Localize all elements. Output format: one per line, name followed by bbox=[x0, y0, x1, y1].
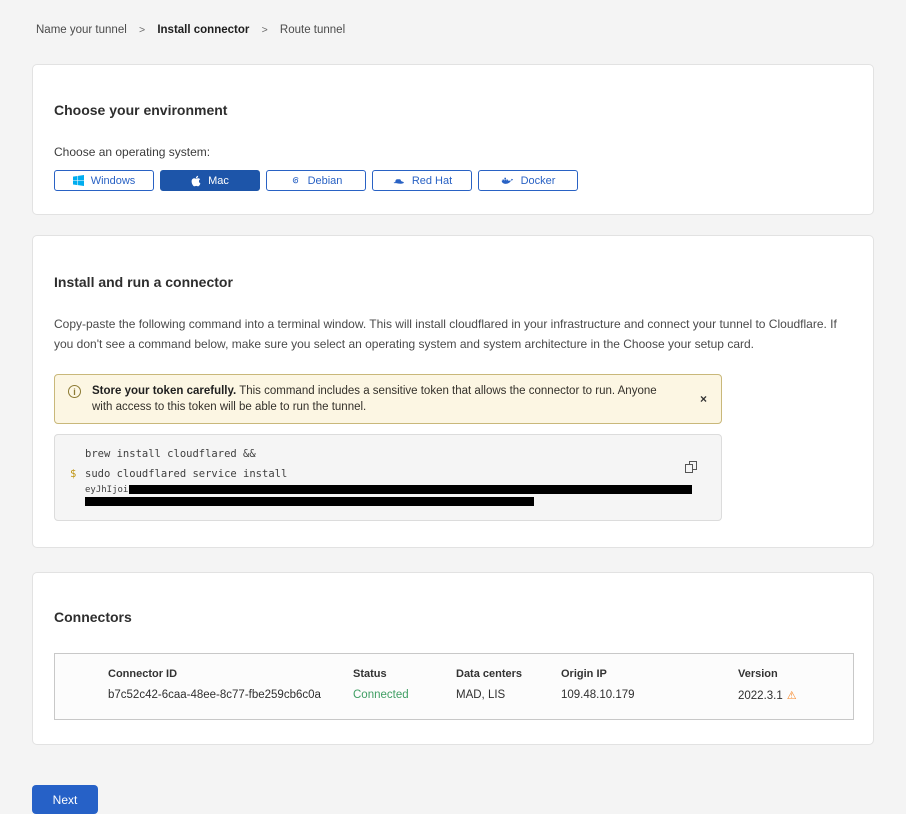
code-line-2: sudo cloudflared service install bbox=[85, 464, 677, 484]
shell-prompt: $ bbox=[70, 468, 76, 480]
os-button-mac[interactable]: Mac bbox=[160, 170, 260, 191]
info-icon: i bbox=[68, 385, 81, 398]
environment-card-title: Choose your environment bbox=[54, 102, 852, 118]
col-header-connector-id: Connector ID bbox=[108, 668, 353, 680]
os-button-label: Red Hat bbox=[412, 175, 452, 187]
breadcrumb-step-install-connector[interactable]: Install connector bbox=[157, 24, 249, 36]
redhat-icon bbox=[392, 177, 405, 185]
token-prefix: eyJhIjoi bbox=[85, 485, 128, 495]
status-badge: Connected bbox=[353, 689, 456, 702]
install-card-title: Install and run a connector bbox=[54, 274, 852, 290]
operating-system-label: Choose an operating system: bbox=[54, 145, 852, 159]
warning-bold-text: Store your token carefully. bbox=[92, 385, 236, 397]
connectors-card: Connectors Connector ID Status Data cent… bbox=[32, 572, 874, 745]
token-warning-banner: i Store your token carefully. This comma… bbox=[54, 374, 722, 424]
os-button-windows[interactable]: Windows bbox=[54, 170, 154, 191]
os-button-label: Windows bbox=[91, 175, 136, 187]
cell-origin-ip: 109.48.10.179 bbox=[561, 689, 738, 702]
choose-environment-card: Choose your environment Choose an operat… bbox=[32, 64, 874, 215]
os-button-label: Debian bbox=[308, 175, 343, 187]
install-connector-card: Install and run a connector Copy-paste t… bbox=[32, 235, 874, 548]
connectors-card-title: Connectors bbox=[54, 609, 852, 625]
os-button-debian[interactable]: Debian bbox=[266, 170, 366, 191]
close-icon[interactable]: × bbox=[696, 390, 711, 408]
apple-icon bbox=[191, 175, 201, 187]
copy-icon[interactable] bbox=[684, 461, 699, 476]
debian-icon bbox=[290, 175, 301, 186]
version-warning-icon: ⚠ bbox=[787, 690, 797, 702]
col-header-status: Status bbox=[353, 668, 456, 680]
breadcrumb-step-name-your-tunnel[interactable]: Name your tunnel bbox=[36, 24, 127, 36]
cell-version: 2022.3.1⚠ bbox=[738, 689, 853, 702]
os-button-label: Mac bbox=[208, 175, 229, 187]
col-header-version: Version bbox=[738, 668, 853, 680]
next-button[interactable]: Next bbox=[32, 785, 98, 814]
token-line: eyJhIjoi bbox=[85, 485, 677, 496]
connectors-table: Connector ID Status Data centers Origin … bbox=[54, 653, 854, 720]
os-button-row: Windows Mac Debian Red Hat Docker bbox=[54, 170, 852, 191]
cell-data-centers: MAD, LIS bbox=[456, 689, 561, 702]
install-description: Copy-paste the following command into a … bbox=[54, 314, 852, 354]
os-button-docker[interactable]: Docker bbox=[478, 170, 578, 191]
windows-icon bbox=[73, 175, 84, 186]
redacted-token-bar bbox=[129, 485, 692, 494]
os-button-label: Docker bbox=[521, 175, 556, 187]
redacted-token-bar bbox=[85, 497, 534, 506]
install-command-code-block: $ brew install cloudflared && sudo cloud… bbox=[54, 434, 722, 521]
code-line-1: brew install cloudflared && bbox=[85, 444, 677, 464]
docker-icon bbox=[501, 176, 514, 186]
cell-connector-id: b7c52c42-6caa-48ee-8c77-fbe259cb6c0a bbox=[108, 689, 353, 702]
breadcrumb-step-route-tunnel[interactable]: Route tunnel bbox=[280, 24, 345, 36]
os-button-redhat[interactable]: Red Hat bbox=[372, 170, 472, 191]
token-line bbox=[85, 497, 677, 508]
breadcrumb-separator: > bbox=[262, 24, 268, 36]
breadcrumb-separator: > bbox=[139, 24, 145, 36]
col-header-origin-ip: Origin IP bbox=[561, 668, 738, 680]
breadcrumb: Name your tunnel > Install connector > R… bbox=[0, 0, 906, 36]
col-header-data-centers: Data centers bbox=[456, 668, 561, 680]
